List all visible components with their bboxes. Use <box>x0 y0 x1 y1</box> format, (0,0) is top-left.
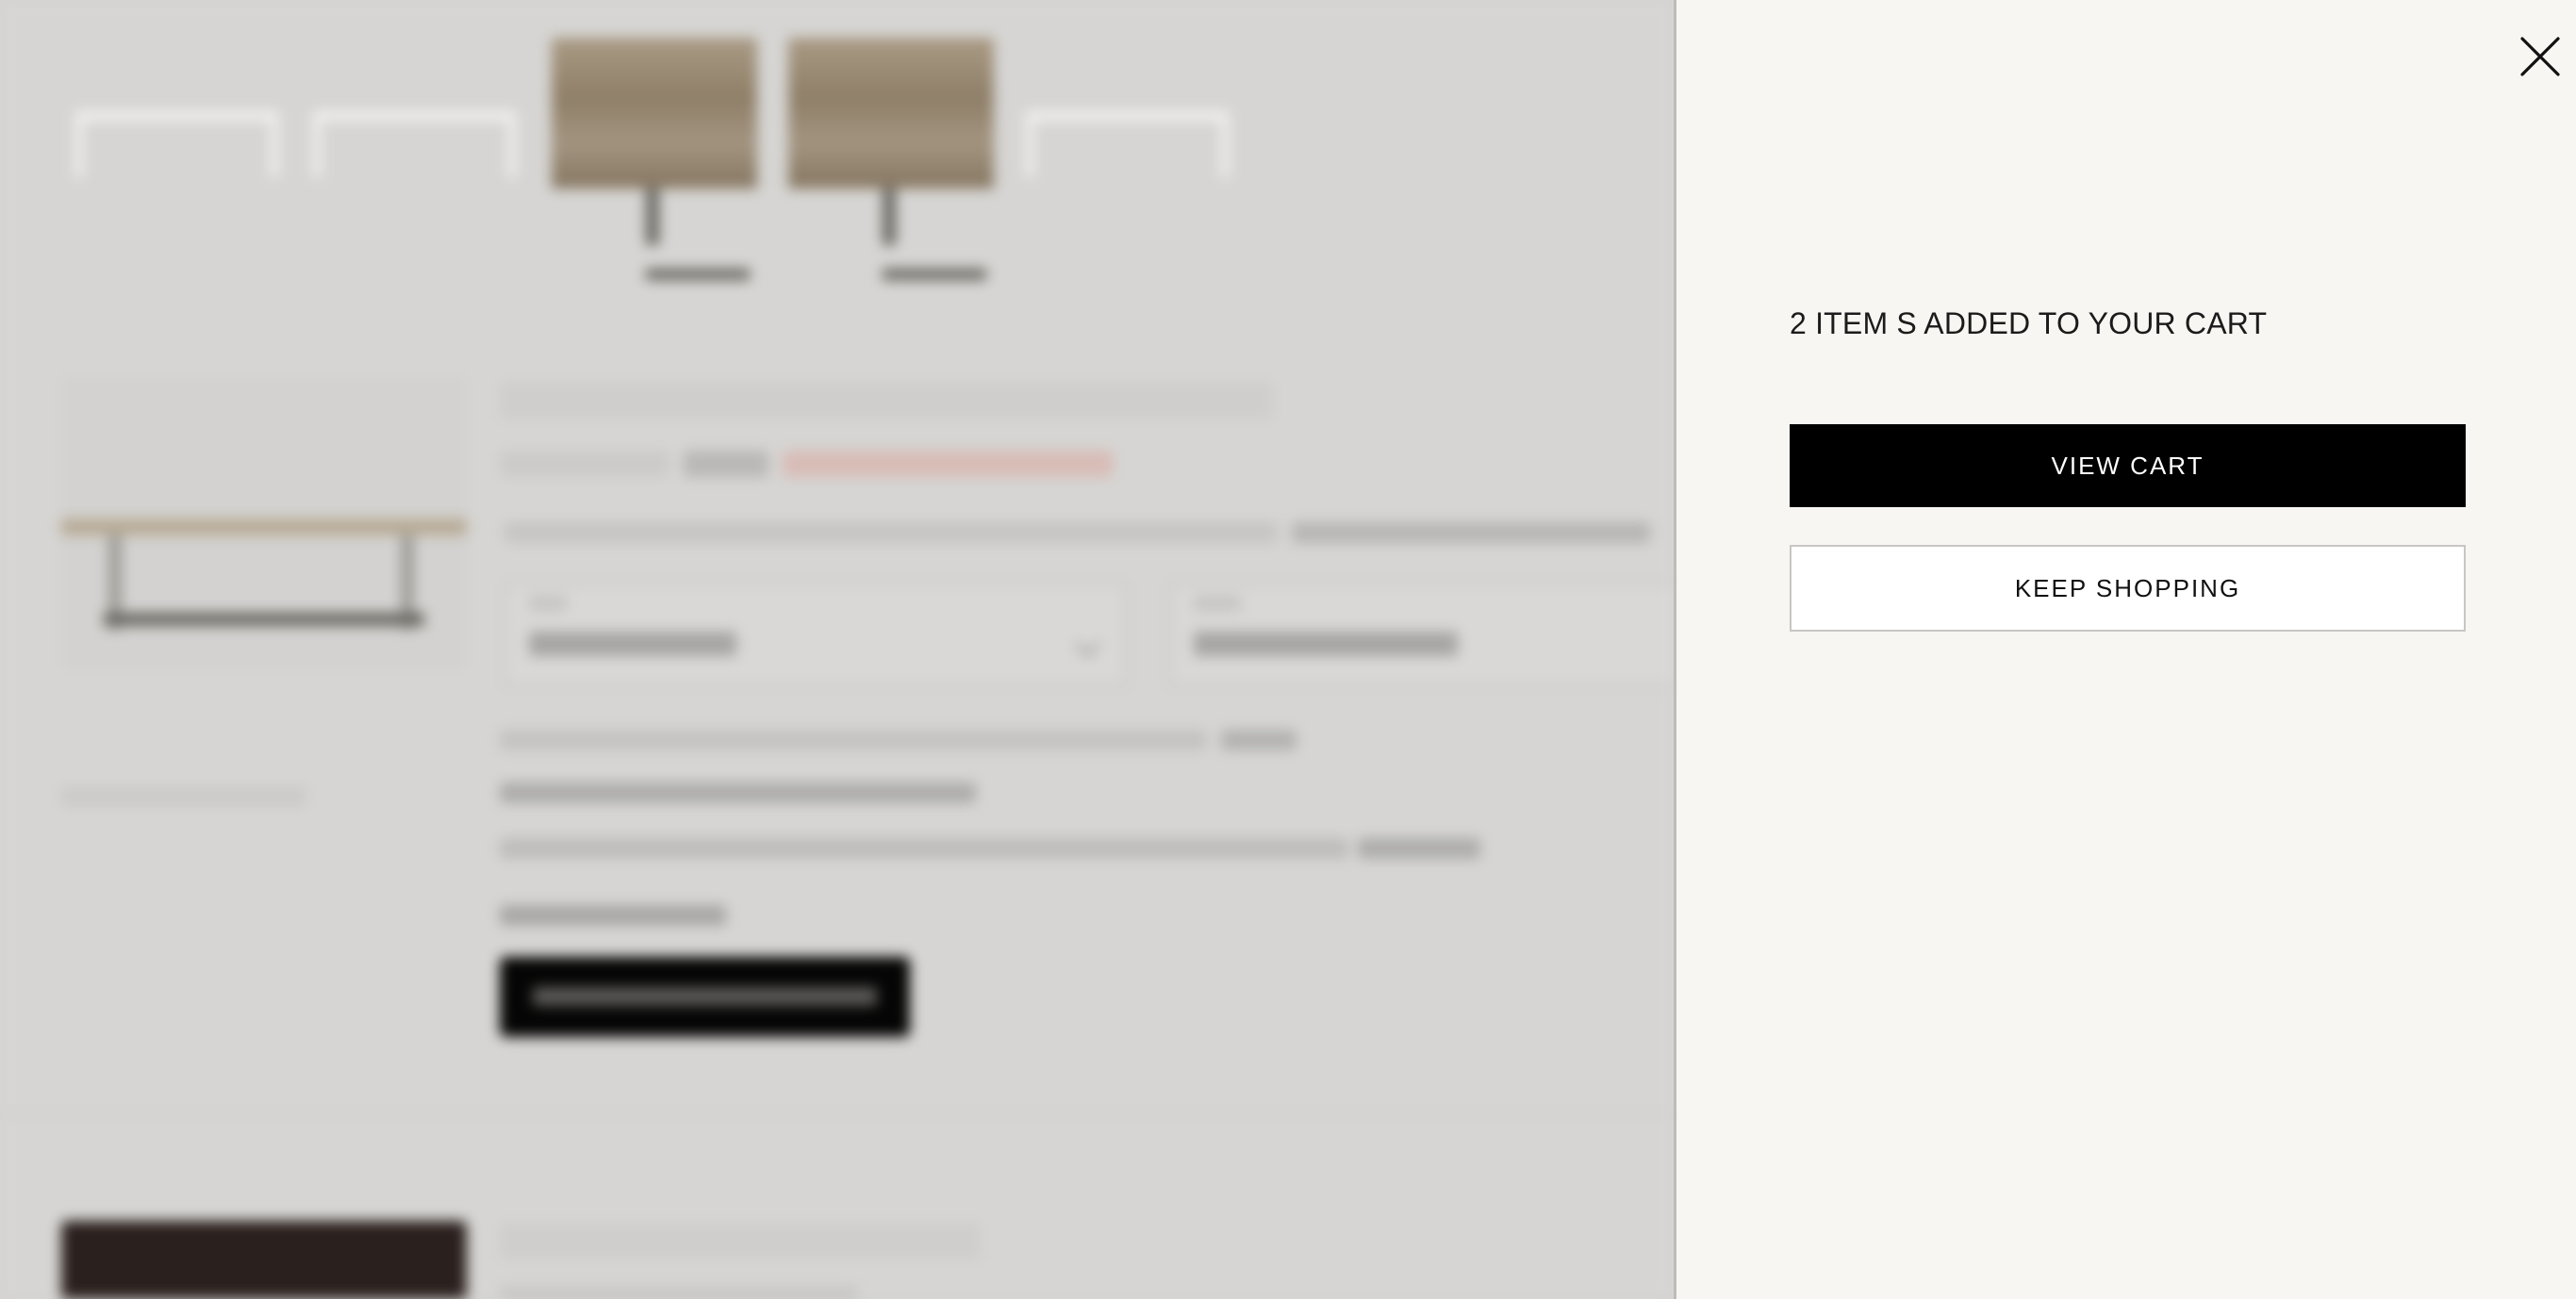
swatch-price-placeholder <box>500 1287 858 1299</box>
swatch-image <box>61 1221 467 1299</box>
swatch-button-placeholder <box>500 957 910 1037</box>
view-cart-button[interactable]: VIEW CART <box>1790 424 2466 507</box>
product-title-placeholder <box>500 382 1273 419</box>
close-button[interactable] <box>2509 25 2571 88</box>
product-price-placeholder <box>500 451 1113 479</box>
product-thumbnail <box>788 38 994 280</box>
size-select <box>504 583 1127 686</box>
product-thumbnail <box>1026 104 1229 179</box>
product-image-caption <box>61 787 306 806</box>
delivery-line-placeholder <box>500 728 1301 752</box>
product-thumbnail <box>75 104 278 179</box>
product-thumbnail <box>313 104 516 179</box>
financing-line-placeholder <box>504 520 1655 545</box>
background-page <box>0 0 1674 1299</box>
cart-drawer: 2 ITEM S ADDED TO YOUR CART VIEW CART KE… <box>1674 0 2576 1299</box>
returns-line-placeholder <box>500 836 1480 861</box>
swatch-title-placeholder <box>500 1224 981 1259</box>
section-divider <box>0 1112 1674 1114</box>
product-image <box>61 377 467 669</box>
swatch-label-placeholder <box>500 905 726 926</box>
finish-select <box>1169 583 1674 686</box>
keep-shopping-label: KEEP SHOPPING <box>2014 573 2241 602</box>
cart-confirmation-heading: 2 ITEM S ADDED TO YOUR CART <box>1790 306 2268 340</box>
view-cart-label: VIEW CART <box>2051 451 2204 480</box>
delivery-link-placeholder <box>500 782 976 803</box>
product-thumbnail <box>552 38 757 280</box>
close-icon <box>2520 37 2560 76</box>
keep-shopping-button[interactable]: KEEP SHOPPING <box>1790 545 2466 632</box>
